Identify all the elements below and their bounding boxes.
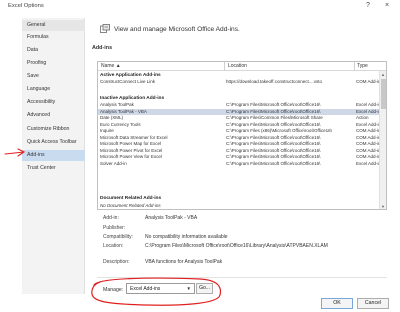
scroll-down-icon[interactable]: ▼ (381, 204, 385, 209)
row-location: https://download.takeoff.constructconnec… (226, 79, 322, 84)
group-active-application-add-ins: Active Application Add-ins (100, 73, 161, 78)
sidebar-item-general[interactable]: General (22, 20, 85, 31)
detail-label-compatibility: Compatibility: (103, 234, 134, 240)
detail-value-location: C:\Program Files\Microsoft Office\root\O… (145, 243, 328, 249)
table-row[interactable]: ConstructConnect Live Link https://downl… (98, 79, 381, 86)
scroll-up-icon[interactable]: ▲ (381, 72, 385, 77)
page-heading: View and manage Microsoft Office Add-ins… (114, 26, 240, 33)
table-row: No Document Related Add-ins (98, 203, 380, 209)
column-header-type[interactable]: Type (357, 63, 368, 69)
detail-label-description: Description: (103, 259, 130, 265)
column-header-location[interactable]: Location (228, 63, 247, 69)
addins-section-title: Add-ins (92, 45, 113, 51)
column-divider (224, 62, 225, 71)
detail-label-add-in: Add-in: (103, 215, 119, 221)
cancel-button[interactable]: Cancel (357, 298, 389, 309)
column-header-name[interactable]: Name ▲ (101, 63, 121, 69)
title-bar: Excel Options ? × (0, 0, 400, 15)
row-name: Solver Add-in (100, 160, 127, 166)
window-title: Excel Options (8, 3, 44, 9)
annotation-arrow-icon (4, 148, 26, 157)
detail-label-location: Location: (103, 243, 124, 249)
table-row[interactable]: Solver Add-in C:\Program Files\Microsoft… (98, 160, 381, 168)
sidebar-item-formulas[interactable]: Formulas (22, 32, 85, 43)
ok-button[interactable]: OK (321, 298, 353, 309)
sidebar-item-quick-access-toolbar[interactable]: Quick Access Toolbar (22, 137, 85, 148)
sidebar-item-add-ins[interactable]: Add-ins (22, 150, 85, 161)
close-icon[interactable]: × (385, 2, 389, 9)
row-name: No Document Related Add-ins (100, 203, 161, 208)
detail-label-publisher: Publisher: (103, 225, 126, 231)
sidebar-item-proofing[interactable]: Proofing (22, 58, 85, 69)
scroll-thumb[interactable] (381, 79, 386, 109)
sidebar-item-language[interactable]: Language (22, 84, 85, 95)
detail-value-add-in: Analysis ToolPak - VBA (145, 215, 198, 221)
sidebar-item-trust-center[interactable]: Trust Center (22, 163, 85, 174)
annotation-circle-icon (91, 277, 222, 306)
sidebar-item-data[interactable]: Data (22, 45, 85, 56)
sidebar-item-customize-ribbon[interactable]: Customize Ribbon (22, 124, 85, 135)
help-icon[interactable]: ? (366, 2, 370, 9)
sidebar-item-advanced[interactable]: Advanced (22, 110, 85, 121)
table-header: Name ▲ Location Type (98, 62, 386, 71)
detail-value-compatibility: No compatibility information available (145, 234, 228, 240)
row-name: ConstructConnect Live Link (100, 79, 156, 84)
detail-value-description: VBA functions for Analysis ToolPak (145, 259, 223, 265)
excel-options-dialog: Excel Options ? × General Formulas Data … (0, 0, 400, 312)
table-scrollbar[interactable]: ▲ ▼ (379, 71, 386, 209)
addins-icon (100, 24, 110, 33)
column-divider (354, 62, 355, 71)
row-location: C:\Program Files\Microsoft Office\root\O… (226, 160, 321, 166)
sidebar: General Formulas Data Proofing Save Lang… (22, 18, 85, 294)
sidebar-item-accessibility[interactable]: Accessibility (22, 97, 85, 108)
group-document-related-add-ins: Document Related Add-ins (100, 196, 162, 201)
sidebar-item-save[interactable]: Save (22, 71, 85, 82)
group-inactive-application-add-ins: Inactive Application Add-ins (100, 96, 165, 101)
addins-table: Name ▲ Location Type Active Application … (97, 61, 387, 210)
